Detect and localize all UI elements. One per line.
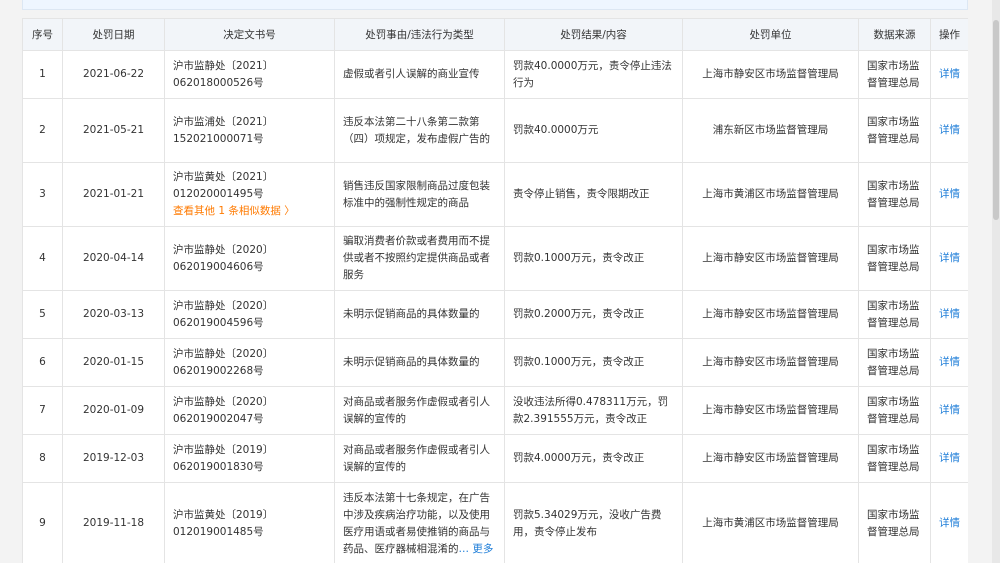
- cell-source: 国家市场监督管理总局: [858, 50, 931, 99]
- detail-link[interactable]: 详情: [939, 517, 960, 529]
- cell-no: 9: [22, 482, 63, 563]
- cell-unit: 上海市静安区市场监督管理局: [682, 226, 859, 291]
- cell-source: 国家市场监督管理总局: [858, 482, 931, 563]
- cell-doc: 沪市监浦处〔2021〕152021000071号: [164, 98, 335, 163]
- cell-date: 2019-11-18: [62, 482, 165, 563]
- cell-result: 没收违法所得0.478311万元，罚款2.391555万元，责令改正: [504, 386, 683, 435]
- more-link[interactable]: … 更多: [459, 543, 494, 555]
- cell-source: 国家市场监督管理总局: [858, 226, 931, 291]
- cell-source: 国家市场监督管理总局: [858, 290, 931, 339]
- cell-doc: 沪市监静处〔2020〕062019004596号: [164, 290, 335, 339]
- cell-doc: 沪市监静处〔2021〕062018000526号: [164, 50, 335, 99]
- cell-result: 罚款40.0000万元: [504, 98, 683, 163]
- cell-reason: 未明示促销商品的具体数量的: [334, 290, 505, 339]
- cell-reason: 骗取消费者价款或者费用而不提供或者不按照约定提供商品或者服务: [334, 226, 505, 291]
- header-action: 操作: [930, 18, 968, 51]
- cell-no: 8: [22, 434, 63, 483]
- header-unit: 处罚单位: [682, 18, 859, 51]
- cell-no: 5: [22, 290, 63, 339]
- scrollbar-thumb[interactable]: [993, 20, 999, 220]
- cell-date: 2021-05-21: [62, 98, 165, 163]
- top-panel: [22, 0, 968, 10]
- cell-date: 2019-12-03: [62, 434, 165, 483]
- cell-result: 罚款0.1000万元，责令改正: [504, 338, 683, 387]
- cell-unit: 上海市黄浦区市场监督管理局: [682, 162, 859, 227]
- cell-no: 6: [22, 338, 63, 387]
- table-row: 7 2020-01-09 沪市监静处〔2020〕062019002047号 对商…: [22, 386, 968, 435]
- cell-unit: 上海市静安区市场监督管理局: [682, 434, 859, 483]
- detail-link[interactable]: 详情: [939, 452, 960, 464]
- cell-date: 2020-01-09: [62, 386, 165, 435]
- cell-result: 罚款5.34029万元，没收广告费用，责令停止发布: [504, 482, 683, 563]
- penalty-table: 序号 处罚日期 决定文书号 处罚事由/违法行为类型 处罚结果/内容 处罚单位 数…: [22, 18, 968, 563]
- cell-unit: 浦东新区市场监督管理局: [682, 98, 859, 163]
- detail-link[interactable]: 详情: [939, 188, 960, 200]
- cell-doc: 沪市监静处〔2020〕062019002047号: [164, 386, 335, 435]
- header-doc: 决定文书号: [164, 18, 335, 51]
- table-row: 5 2020-03-13 沪市监静处〔2020〕062019004596号 未明…: [22, 290, 968, 339]
- detail-link[interactable]: 详情: [939, 404, 960, 416]
- cell-doc: 沪市监静处〔2020〕062019002268号: [164, 338, 335, 387]
- table-row: 1 2021-06-22 沪市监静处〔2021〕062018000526号 虚假…: [22, 50, 968, 99]
- cell-no: 7: [22, 386, 63, 435]
- cell-unit: 上海市黄浦区市场监督管理局: [682, 482, 859, 563]
- cell-source: 国家市场监督管理总局: [858, 98, 931, 163]
- cell-doc: 沪市监静处〔2019〕062019001830号: [164, 434, 335, 483]
- cell-no: 2: [22, 98, 63, 163]
- cell-unit: 上海市静安区市场监督管理局: [682, 338, 859, 387]
- cell-date: 2020-01-15: [62, 338, 165, 387]
- table-row: 9 2019-11-18 沪市监黄处〔2019〕012019001485号 违反…: [22, 482, 968, 563]
- cell-result: 罚款4.0000万元，责令改正: [504, 434, 683, 483]
- penalty-table-container: 序号 处罚日期 决定文书号 处罚事由/违法行为类型 处罚结果/内容 处罚单位 数…: [22, 18, 968, 563]
- cell-result: 罚款0.1000万元，责令改正: [504, 226, 683, 291]
- cell-no: 3: [22, 162, 63, 227]
- cell-date: 2020-03-13: [62, 290, 165, 339]
- cell-reason: 销售违反国家限制商品过度包装标准中的强制性规定的商品: [334, 162, 505, 227]
- detail-link[interactable]: 详情: [939, 124, 960, 136]
- cell-source: 国家市场监督管理总局: [858, 162, 931, 227]
- header-reason: 处罚事由/违法行为类型: [334, 18, 505, 51]
- cell-source: 国家市场监督管理总局: [858, 434, 931, 483]
- cell-reason: 虚假或者引人误解的商业宣传: [334, 50, 505, 99]
- cell-reason: 违反本法第二十八条第二款第（四）项规定，发布虚假广告的: [334, 98, 505, 163]
- cell-unit: 上海市静安区市场监督管理局: [682, 290, 859, 339]
- cell-reason: 违反本法第十七条规定，在广告中涉及疾病治疗功能，以及使用医疗用语或者易使推销的商…: [334, 482, 505, 563]
- cell-reason: 对商品或者服务作虚假或者引人误解的宣传的: [334, 386, 505, 435]
- cell-reason: 对商品或者服务作虚假或者引人误解的宣传的: [334, 434, 505, 483]
- cell-date: 2020-04-14: [62, 226, 165, 291]
- table-row: 6 2020-01-15 沪市监静处〔2020〕062019002268号 未明…: [22, 338, 968, 387]
- cell-reason: 未明示促销商品的具体数量的: [334, 338, 505, 387]
- table-row: 2 2021-05-21 沪市监浦处〔2021〕152021000071号 违反…: [22, 98, 968, 163]
- cell-unit: 上海市静安区市场监督管理局: [682, 50, 859, 99]
- detail-link[interactable]: 详情: [939, 356, 960, 368]
- detail-link[interactable]: 详情: [939, 308, 960, 320]
- cell-doc: 沪市监静处〔2020〕062019004606号: [164, 226, 335, 291]
- cell-date: 2021-06-22: [62, 50, 165, 99]
- detail-link[interactable]: 详情: [939, 68, 960, 80]
- cell-source: 国家市场监督管理总局: [858, 338, 931, 387]
- header-source: 数据来源: [858, 18, 931, 51]
- header-result: 处罚结果/内容: [504, 18, 683, 51]
- table-row: 4 2020-04-14 沪市监静处〔2020〕062019004606号 骗取…: [22, 226, 968, 291]
- vertical-scrollbar[interactable]: [992, 0, 1000, 563]
- cell-date: 2021-01-21: [62, 162, 165, 227]
- cell-unit: 上海市静安区市场监督管理局: [682, 386, 859, 435]
- cell-no: 4: [22, 226, 63, 291]
- table-row: 3 2021-01-21 沪市监黄处〔2021〕012020001495号 查看…: [22, 162, 968, 227]
- cell-result: 罚款40.0000万元，责令停止违法行为: [504, 50, 683, 99]
- header-date: 处罚日期: [62, 18, 165, 51]
- similar-data-link[interactable]: 查看其他 1 条相似数据 〉: [173, 203, 326, 220]
- header-no: 序号: [22, 18, 63, 51]
- cell-source: 国家市场监督管理总局: [858, 386, 931, 435]
- cell-doc: 沪市监黄处〔2021〕012020001495号 查看其他 1 条相似数据 〉: [164, 162, 335, 227]
- detail-link[interactable]: 详情: [939, 252, 960, 264]
- table-row: 8 2019-12-03 沪市监静处〔2019〕062019001830号 对商…: [22, 434, 968, 483]
- cell-result: 罚款0.2000万元，责令改正: [504, 290, 683, 339]
- table-header-row: 序号 处罚日期 决定文书号 处罚事由/违法行为类型 处罚结果/内容 处罚单位 数…: [22, 18, 968, 51]
- cell-result: 责令停止销售，责令限期改正: [504, 162, 683, 227]
- cell-doc: 沪市监黄处〔2019〕012019001485号: [164, 482, 335, 563]
- doc-number: 沪市监黄处〔2021〕012020001495号: [173, 171, 274, 200]
- cell-no: 1: [22, 50, 63, 99]
